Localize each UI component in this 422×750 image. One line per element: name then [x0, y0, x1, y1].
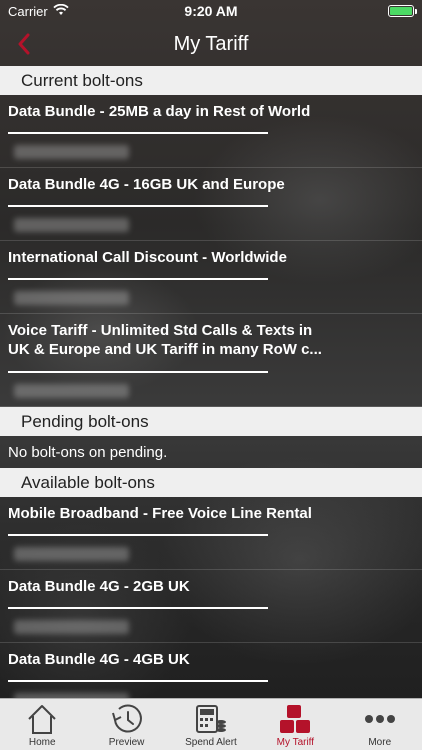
divider-line: [8, 278, 268, 280]
battery-icon: [388, 5, 417, 17]
tab-label: Home: [28, 737, 56, 748]
tariff-grid-icon: [278, 703, 312, 735]
bolt-on-detail-redacted: [14, 384, 129, 398]
divider-line: [8, 534, 268, 536]
bolt-on-title: Data Bundle - 25MB a day in Rest of Worl…: [8, 103, 311, 120]
page-title: My Tariff: [173, 32, 249, 55]
clock-icon: [110, 703, 144, 735]
tariff-list[interactable]: Current bolt-ons Data Bundle - 25MB a da…: [0, 66, 422, 698]
divider-line: [8, 132, 268, 134]
tab-label: More: [368, 737, 392, 748]
tab-spend-alert[interactable]: Spend Alert: [169, 699, 253, 750]
bolt-on-row[interactable]: Data Bundle 4G - 16GB UK and Europe: [0, 168, 422, 241]
chevron-left-icon: [18, 33, 30, 55]
bolt-on-row[interactable]: Voice Tariff - Unlimited Std Calls & Tex…: [0, 314, 422, 407]
calculator-coins-icon: [194, 703, 228, 735]
bolt-on-title: Data Bundle 4G - 2GB UK: [8, 578, 190, 595]
bolt-on-row[interactable]: Data Bundle 4G - 2GB UK: [0, 570, 422, 643]
tab-my-tariff[interactable]: My Tariff: [253, 699, 337, 750]
bolt-on-row[interactable]: Data Bundle 4G - 4GB UK: [0, 643, 422, 698]
bolt-on-row[interactable]: International Call Discount - Worldwide: [0, 241, 422, 314]
wifi-icon: [53, 3, 69, 19]
battery-fill: [390, 7, 412, 15]
section-header-available: Available bolt-ons: [0, 468, 422, 497]
tab-label: Spend Alert: [185, 737, 237, 748]
back-button[interactable]: [8, 28, 40, 60]
bolt-on-detail-redacted: [14, 291, 129, 305]
divider-line: [8, 205, 268, 207]
section-header-pending: Pending bolt-ons: [0, 407, 422, 436]
bolt-on-row[interactable]: Data Bundle - 25MB a day in Rest of Worl…: [0, 95, 422, 168]
tab-preview[interactable]: Preview: [85, 699, 169, 750]
bolt-on-detail-redacted: [14, 145, 129, 159]
status-bar: Carrier 9:20 AM: [0, 0, 422, 22]
tab-label: My Tariff: [276, 737, 315, 748]
tab-more[interactable]: More: [338, 699, 422, 750]
bolt-on-title: Data Bundle 4G - 16GB UK and Europe: [8, 176, 285, 193]
bolt-on-detail-redacted: [14, 547, 129, 561]
bolt-on-row[interactable]: Mobile Broadband - Free Voice Line Renta…: [0, 497, 422, 570]
bolt-on-title: Data Bundle 4G - 4GB UK: [8, 651, 190, 668]
more-dots-icon: [363, 703, 397, 735]
tab-bar: Home Preview Spend Alert My Tariff More: [0, 698, 422, 750]
navigation-bar: My Tariff: [0, 22, 422, 66]
tab-label: Preview: [108, 737, 145, 748]
home-icon: [25, 703, 59, 735]
bolt-on-title: Mobile Broadband - Free Voice Line Renta…: [8, 505, 312, 522]
divider-line: [8, 607, 268, 609]
bolt-on-detail-redacted: [14, 218, 129, 232]
section-header-current: Current bolt-ons: [0, 66, 422, 95]
bolt-on-title: Voice Tariff - Unlimited Std Calls & Tex…: [8, 322, 322, 358]
bolt-on-detail-redacted: [14, 620, 129, 634]
carrier-label: Carrier: [8, 3, 48, 19]
pending-empty-message: No bolt-ons on pending.: [8, 443, 168, 461]
divider-line: [8, 680, 268, 682]
bolt-on-title: International Call Discount - Worldwide: [8, 249, 287, 266]
divider-line: [8, 371, 268, 373]
tab-home[interactable]: Home: [0, 699, 84, 750]
